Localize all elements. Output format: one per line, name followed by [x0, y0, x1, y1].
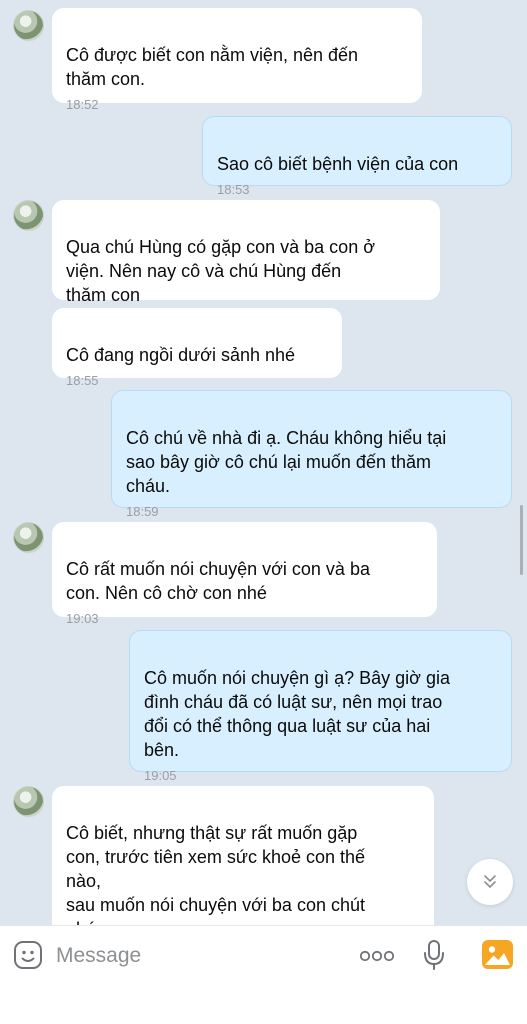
scroll-to-bottom-button[interactable] [467, 859, 513, 905]
message-text: Cô muốn nói chuyện gì ạ? Bây giờ gia đìn… [144, 668, 450, 760]
avatar[interactable] [13, 522, 44, 553]
message-text: Cô chú về nhà đi ạ. Cháu không hiểu tại … [126, 428, 447, 496]
message-input[interactable] [56, 940, 346, 972]
double-chevron-down-icon [484, 875, 496, 888]
chat-area[interactable]: Cô được biết con nằm viện, nên đến thăm … [0, 0, 527, 925]
message-composer [0, 925, 527, 1024]
avatar[interactable] [13, 786, 44, 817]
avatar[interactable] [13, 10, 44, 41]
message-text: Cô đang ngồi dưới sảnh nhé [66, 345, 296, 365]
message-text: Cô rất muốn nói chuyện với con và ba con… [66, 559, 370, 603]
message-time: 18:53 [217, 182, 250, 197]
message-bubble[interactable]: Cô biết, nhưng thật sự rất muốn gặp con,… [52, 786, 434, 925]
message-text: Sao cô biết bệnh viện của con [217, 154, 459, 174]
message-time: 19:05 [144, 768, 177, 783]
message-time: 18:59 [126, 504, 159, 519]
scrollbar[interactable] [520, 505, 523, 575]
image-icon[interactable] [482, 940, 513, 969]
message-bubble[interactable]: Cô rất muốn nói chuyện với con và ba con… [52, 522, 437, 626]
more-icon[interactable] [359, 947, 395, 965]
message-bubble[interactable]: Cô được biết con nằm viện, nên đến thăm … [52, 8, 422, 112]
message-time: 18:52 [66, 97, 99, 112]
message-bubble[interactable]: Qua chú Hùng có gặp con và ba con ở viện… [52, 200, 440, 305]
message-time: 18:55 [66, 373, 99, 388]
message-text: Cô biết, nhưng thật sự rất muốn gặp con,… [66, 823, 366, 925]
message-bubble[interactable]: Cô chú về nhà đi ạ. Cháu không hiểu tại … [111, 390, 512, 519]
message-time: 19:03 [66, 611, 99, 626]
message-bubble[interactable]: Sao cô biết bệnh viện của con 18:53 [202, 116, 512, 197]
microphone-icon[interactable] [423, 939, 445, 971]
message-bubble[interactable]: Cô muốn nói chuyện gì ạ? Bây giờ gia đìn… [129, 630, 512, 783]
sticker-icon[interactable] [13, 940, 43, 970]
message-text: Qua chú Hùng có gặp con và ba con ở viện… [66, 237, 376, 305]
message-bubble[interactable]: Cô đang ngồi dưới sảnh nhé 18:55 [52, 308, 342, 388]
avatar[interactable] [13, 200, 44, 231]
message-text: Cô được biết con nằm viện, nên đến thăm … [66, 45, 359, 89]
